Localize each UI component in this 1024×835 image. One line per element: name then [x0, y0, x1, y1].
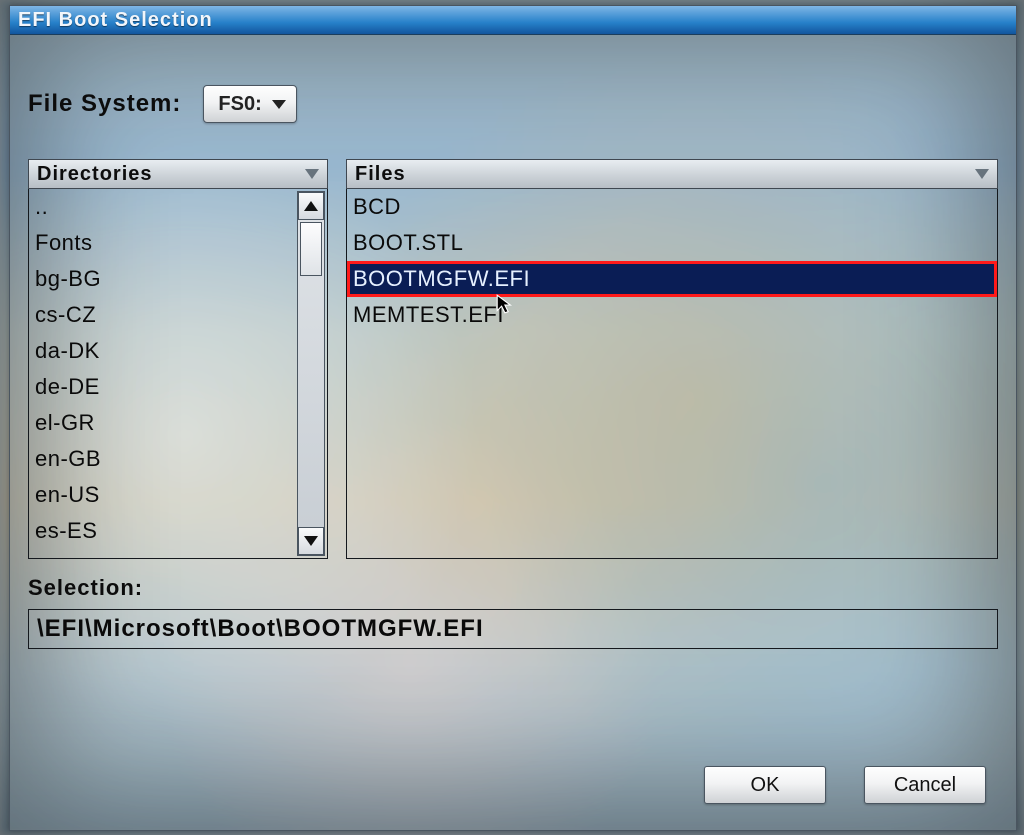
- files-header-label: Files: [355, 163, 406, 186]
- file-system-label: File System:: [28, 90, 181, 118]
- chevron-up-icon: [304, 201, 318, 211]
- directories-scrollbar[interactable]: [297, 191, 325, 556]
- directory-item[interactable]: en-GB: [29, 441, 297, 477]
- file-item[interactable]: BCD: [347, 189, 997, 225]
- chevron-down-icon: [304, 536, 318, 546]
- directories-header: Directories: [28, 159, 328, 189]
- scroll-down-button[interactable]: [298, 527, 324, 555]
- files-header: Files: [346, 159, 998, 189]
- directory-item[interactable]: el-GR: [29, 405, 297, 441]
- window-title: EFI Boot Selection: [18, 9, 213, 32]
- file-item[interactable]: BOOTMGFW.EFI: [347, 261, 997, 297]
- ok-button-label: OK: [751, 774, 780, 797]
- directory-item[interactable]: cs-CZ: [29, 297, 297, 333]
- selection-path: \EFI\Microsoft\Boot\BOOTMGFW.EFI: [37, 615, 484, 643]
- files-pane: Files BCDBOOT.STLBOOTMGFW.EFIMEMTEST.EFI: [346, 159, 998, 559]
- titlebar: EFI Boot Selection: [10, 6, 1016, 35]
- efi-boot-selection-dialog: EFI Boot Selection File System: FS0: Dir…: [9, 5, 1017, 831]
- scroll-thumb[interactable]: [300, 222, 322, 276]
- directory-item[interactable]: en-US: [29, 477, 297, 513]
- directory-item[interactable]: bg-BG: [29, 261, 297, 297]
- scroll-up-button[interactable]: [298, 192, 324, 220]
- directories-list-inner: ..Fontsbg-BGcs-CZda-DKde-DEel-GRen-GBen-…: [29, 189, 297, 558]
- directories-listbox[interactable]: ..Fontsbg-BGcs-CZda-DKde-DEel-GRen-GBen-…: [28, 189, 328, 559]
- directories-pane: Directories ..Fontsbg-BGcs-CZda-DKde-DEe…: [28, 159, 328, 559]
- directories-header-label: Directories: [37, 163, 153, 186]
- selection-field[interactable]: \EFI\Microsoft\Boot\BOOTMGFW.EFI: [28, 609, 998, 649]
- cancel-button[interactable]: Cancel: [864, 766, 986, 804]
- chevron-down-icon: [272, 100, 286, 109]
- directory-item[interactable]: da-DK: [29, 333, 297, 369]
- selection-label: Selection:: [28, 575, 998, 601]
- file-system-row: File System: FS0:: [28, 85, 998, 123]
- directory-item[interactable]: es-ES: [29, 513, 297, 549]
- files-listbox[interactable]: BCDBOOT.STLBOOTMGFW.EFIMEMTEST.EFI: [346, 189, 998, 559]
- dialog-body: File System: FS0: Directories ..Fontsbg-…: [10, 35, 1016, 763]
- directory-item[interactable]: ..: [29, 189, 297, 225]
- selection-block: Selection: \EFI\Microsoft\Boot\BOOTMGFW.…: [28, 575, 998, 649]
- ok-button[interactable]: OK: [704, 766, 826, 804]
- filter-icon[interactable]: [305, 169, 319, 179]
- files-list-inner: BCDBOOT.STLBOOTMGFW.EFIMEMTEST.EFI: [347, 189, 997, 558]
- directory-item[interactable]: de-DE: [29, 369, 297, 405]
- file-item[interactable]: BOOT.STL: [347, 225, 997, 261]
- panes: Directories ..Fontsbg-BGcs-CZda-DKde-DEe…: [28, 159, 998, 559]
- dialog-footer: OK Cancel: [10, 750, 1016, 830]
- cancel-button-label: Cancel: [894, 774, 956, 797]
- filter-icon[interactable]: [975, 169, 989, 179]
- directory-item[interactable]: Fonts: [29, 225, 297, 261]
- file-system-select[interactable]: FS0:: [203, 85, 296, 123]
- file-item[interactable]: MEMTEST.EFI: [347, 297, 997, 333]
- file-system-selected-value: FS0:: [218, 93, 261, 116]
